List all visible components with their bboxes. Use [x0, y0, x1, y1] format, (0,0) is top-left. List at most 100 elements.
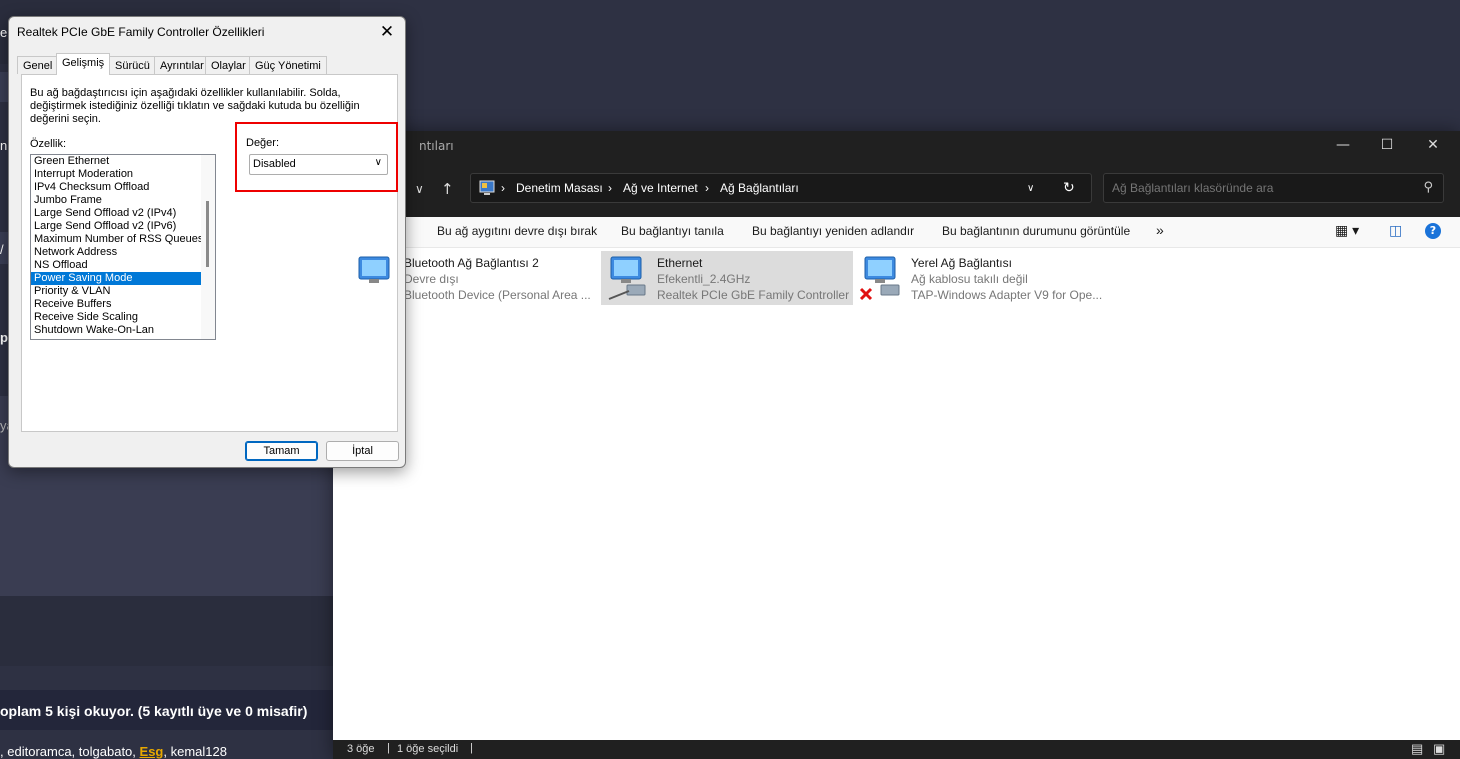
minimize-button[interactable]: —	[1320, 131, 1366, 161]
address-bar[interactable]: › Denetim Masası › Ağ ve Internet › Ağ B…	[470, 173, 1092, 203]
user-separator: ,	[163, 744, 167, 759]
breadcrumb-control-panel[interactable]: Denetim Masası	[516, 181, 603, 195]
property-list-scrollbar[interactable]	[201, 155, 215, 339]
search-box[interactable]: ⚲	[1103, 173, 1444, 203]
search-icon[interactable]: ⚲	[1423, 180, 1433, 195]
breadcrumb-separator-icon: ›	[705, 181, 709, 195]
property-item[interactable]: Large Send Offload v2 (IPv6)	[31, 220, 215, 233]
window-title: ntıları	[419, 139, 454, 153]
dialog-close-icon[interactable]: ✕	[375, 21, 399, 43]
bg-fragment: n	[0, 138, 8, 153]
preview-pane-icon[interactable]: ◫	[1389, 222, 1402, 239]
user-link[interactable]: ,	[0, 744, 4, 759]
connection-device: Realtek PCIe GbE Family Controller	[657, 288, 850, 302]
view-options-icon[interactable]: ▦ ▾	[1335, 222, 1359, 239]
maximize-button[interactable]: ☐	[1364, 131, 1410, 161]
status-bar: 3 öğe | 1 öğe seçildi | ▤ ▣	[333, 740, 1460, 759]
breadcrumb-separator-icon: ›	[608, 181, 612, 195]
property-item[interactable]: Green Ethernet	[31, 155, 215, 168]
property-item[interactable]: IPv4 Checksum Offload	[31, 181, 215, 194]
property-item[interactable]: Priority & VLAN	[31, 285, 215, 298]
property-item[interactable]: Maximum Number of RSS Queues	[31, 233, 215, 246]
tab-advanced[interactable]: Gelişmiş	[56, 53, 111, 75]
connection-device: Bluetooth Device (Personal Area ...	[404, 288, 591, 302]
disconnected-x-icon	[859, 287, 873, 301]
property-item[interactable]: Jumbo Frame	[31, 194, 215, 207]
bg-fragment: p	[0, 330, 8, 345]
tab-general[interactable]: Genel	[17, 56, 59, 74]
property-item[interactable]: NS Offload	[31, 259, 215, 272]
view-status-command[interactable]: Bu bağlantının durumunu görüntüle	[942, 224, 1130, 238]
tab-details[interactable]: Ayrıntılar	[154, 56, 210, 74]
network-adapter-icon	[358, 256, 390, 283]
property-item[interactable]: Network Address	[31, 246, 215, 259]
breadcrumb-network-internet[interactable]: Ağ ve Internet	[623, 181, 698, 195]
property-item-selected[interactable]: Power Saving Mode	[31, 272, 215, 285]
tab-power-management[interactable]: Güç Yönetimi	[249, 56, 327, 74]
control-panel-icon	[479, 180, 495, 195]
user-link[interactable]: tolgabato,	[79, 744, 136, 759]
item-count: 3 öğe	[347, 743, 375, 755]
connection-item-ethernet[interactable]: Ethernet Efekentli_2.4GHz Realtek PCIe G…	[601, 251, 853, 305]
connection-name: Yerel Ağ Bağlantısı	[911, 256, 1012, 270]
user-link[interactable]: kemal128	[171, 744, 227, 759]
breadcrumb-separator-icon: ›	[501, 181, 505, 195]
value-selected: Disabled	[253, 158, 296, 170]
property-item[interactable]: Receive Buffers	[31, 298, 215, 311]
property-item[interactable]: Receive Side Scaling	[31, 311, 215, 324]
online-users-list: , editoramca, tolgabato, Esg, kemal128	[0, 744, 227, 759]
value-highlight-box: Değer: Disabled ∨	[235, 122, 398, 192]
chevron-down-icon: ∨	[374, 157, 382, 168]
user-link[interactable]: editoramca,	[7, 744, 75, 759]
status-divider: |	[470, 742, 473, 754]
breadcrumb-network-connections[interactable]: Ağ Bağlantıları	[720, 181, 799, 195]
cancel-button[interactable]: İptal	[326, 441, 399, 461]
explorer-titlebar: ntıları — ☐ ✕	[333, 131, 1460, 161]
up-arrow-icon[interactable]: ↑	[441, 161, 454, 217]
connection-name: Ethernet	[657, 256, 703, 270]
help-icon[interactable]: ?	[1425, 223, 1441, 239]
status-divider: |	[387, 742, 390, 754]
more-commands-button[interactable]: »	[1156, 222, 1164, 238]
user-link[interactable]: Esg	[140, 744, 164, 759]
dialog-title: Realtek PCIe GbE Family Controller Özell…	[17, 25, 265, 39]
property-label: Özellik:	[30, 138, 67, 150]
value-dropdown[interactable]: Disabled ∨	[249, 154, 388, 175]
scrollbar-thumb[interactable]	[206, 201, 209, 267]
network-connections-window: ntıları — ☐ ✕ ∨ ↑ › Denetim Masası › Ağ …	[333, 131, 1460, 759]
connection-item-local[interactable]: Yerel Ağ Bağlantısı Ağ kablosu takılı de…	[855, 251, 1107, 305]
close-button[interactable]: ✕	[1410, 131, 1456, 161]
property-list[interactable]: Green Ethernet Interrupt Moderation IPv4…	[30, 154, 216, 340]
bg-fragment: /	[0, 242, 4, 257]
connection-status: Devre dışı	[404, 272, 459, 286]
tab-events[interactable]: Olaylar	[205, 56, 252, 74]
disable-device-command[interactable]: Bu ağ aygıtını devre dışı bırak	[437, 224, 597, 238]
recent-locations-chevron-icon[interactable]: ∨	[415, 161, 424, 217]
advanced-tab-panel: Bu ağ bağdaştırıcısı için aşağıdaki özel…	[21, 74, 398, 432]
tab-driver[interactable]: Sürücü	[109, 56, 156, 74]
command-bar: Bu ağ aygıtını devre dışı bırak Bu bağla…	[333, 217, 1460, 248]
adapter-properties-dialog: Realtek PCIe GbE Family Controller Özell…	[8, 16, 406, 468]
value-label: Değer:	[246, 137, 280, 149]
online-count-text: oplam 5 kişi okuyor. (5 kayıtlı üye ve 0…	[0, 703, 308, 719]
address-dropdown-chevron-icon[interactable]: ∨	[1027, 183, 1034, 194]
connection-device: TAP-Windows Adapter V9 for Ope...	[911, 288, 1103, 302]
rename-command[interactable]: Bu bağlantıyı yeniden adlandır	[752, 224, 914, 238]
selected-count: 1 öğe seçildi	[397, 743, 459, 755]
property-item[interactable]: Interrupt Moderation	[31, 168, 215, 181]
search-input[interactable]	[1110, 180, 1414, 196]
tiles-view-icon[interactable]: ▣	[1433, 741, 1445, 757]
connection-name: Bluetooth Ağ Bağlantısı 2	[404, 256, 539, 270]
navigation-bar: ∨ ↑ › Denetim Masası › Ağ ve Internet › …	[333, 161, 1460, 217]
connection-status: Efekentli_2.4GHz	[657, 272, 751, 286]
ok-button[interactable]: Tamam	[245, 441, 318, 461]
description-text: Bu ağ bağdaştırıcısı için aşağıdaki özel…	[30, 87, 360, 125]
details-view-icon[interactable]: ▤	[1411, 741, 1423, 757]
refresh-icon[interactable]: ↻	[1063, 179, 1075, 196]
bg-band	[0, 596, 340, 666]
property-item[interactable]: Large Send Offload v2 (IPv4)	[31, 207, 215, 220]
bg-fragment: e	[0, 25, 8, 40]
network-adapter-icon	[608, 256, 646, 300]
property-item[interactable]: Shutdown Wake-On-Lan	[31, 324, 215, 337]
diagnose-command[interactable]: Bu bağlantıyı tanıla	[621, 224, 724, 238]
